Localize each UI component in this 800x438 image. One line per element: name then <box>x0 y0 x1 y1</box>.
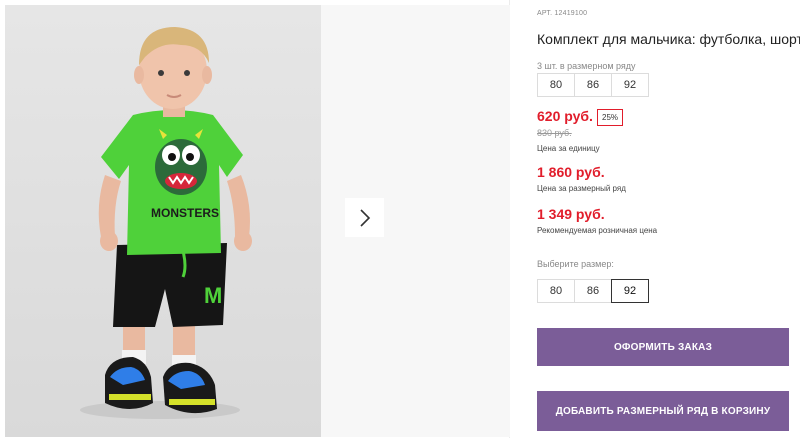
discount-badge: 25% <box>597 109 624 126</box>
product-sku: АРТ. 12419100 <box>537 10 588 17</box>
size-option-92[interactable]: 92 <box>611 279 649 303</box>
rrp-price: 1 349 руб. <box>537 206 605 222</box>
product-photo[interactable]: M MONSTERS <box>5 5 321 437</box>
chevron-right-icon <box>359 208 370 227</box>
size-set-note: 3 шт. в размерном ряду <box>537 61 636 71</box>
product-title: Комплект для мальчика: футболка, шорты <box>537 31 800 47</box>
size-picker-label: Выберите размер: <box>537 259 614 269</box>
boy-illustration: M MONSTERS <box>80 27 252 419</box>
svg-text:M: M <box>204 283 222 308</box>
next-image-button[interactable] <box>345 198 384 237</box>
old-price: 830 руб. <box>537 128 572 138</box>
product-page: M MONSTERS АРТ. 12419100 Комплект для ма… <box>0 0 800 438</box>
unit-price-caption: Цена за единицу <box>537 144 600 153</box>
checkout-button[interactable]: ОФОРМИТЬ ЗАКАЗ <box>537 328 789 366</box>
unit-price: 620 руб. <box>537 108 593 124</box>
size-set-list: 80 86 92 <box>537 73 649 97</box>
add-set-to-cart-button[interactable]: ДОБАВИТЬ РАЗМЕРНЫЙ РЯД В КОРЗИНУ <box>537 391 789 431</box>
set-price-caption: Цена за размерный ряд <box>537 184 626 193</box>
size-option-86[interactable]: 86 <box>574 279 612 303</box>
size-option-80[interactable]: 80 <box>537 279 575 303</box>
product-info: АРТ. 12419100 Комплект для мальчика: фут… <box>537 0 800 438</box>
product-gallery: M MONSTERS <box>0 0 510 438</box>
set-size-80: 80 <box>537 73 575 97</box>
set-size-86: 86 <box>574 73 612 97</box>
set-price: 1 860 руб. <box>537 164 605 180</box>
set-size-92: 92 <box>611 73 649 97</box>
rrp-caption: Рекомендуемая розничная цена <box>537 226 658 235</box>
shirt-print-text: MONSTERS <box>151 206 219 220</box>
size-picker: 80 86 92 <box>537 279 649 303</box>
